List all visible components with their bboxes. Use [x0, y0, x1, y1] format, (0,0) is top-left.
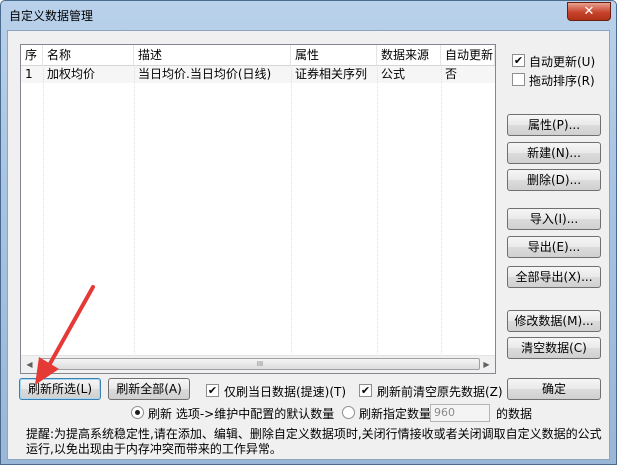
export-button[interactable]: 导出(E)... — [507, 236, 601, 258]
dialog-window: 自定义数据管理 ✕ 序 名称 描述 属性 数据来源 自动更新 1 加权均价 当日… — [0, 0, 617, 465]
checkmark-icon: ✔ — [513, 54, 524, 67]
clear-before-refresh-checkbox[interactable]: ✔ — [359, 384, 372, 397]
refresh-default-label: 刷新 选项->维护中配置的默认数量 — [148, 407, 335, 421]
checkmark-icon: ✔ — [360, 384, 371, 397]
auto-update-label: 自动更新(U) — [529, 55, 596, 69]
radio-selected-dot — [135, 410, 140, 415]
annotation-arrow — [35, 285, 95, 385]
drag-sort-checkbox[interactable] — [512, 73, 525, 86]
drag-sort-label: 拖动排序(R) — [529, 74, 595, 88]
close-icon: ✕ — [583, 4, 595, 19]
export-all-button[interactable]: 全部导出(X)... — [507, 266, 601, 288]
close-button[interactable]: ✕ — [567, 2, 611, 21]
grip-icon: III — [256, 360, 264, 368]
dialog-client: 序 名称 描述 属性 数据来源 自动更新 1 加权均价 当日均价.当日均价(日线… — [7, 30, 610, 460]
ok-button[interactable]: 确定 — [507, 378, 601, 400]
checkmark-icon: ✔ — [207, 384, 218, 397]
scroll-right-icon[interactable]: ▶ — [478, 356, 495, 373]
cell-name: 加权均价 — [47, 67, 96, 81]
title-bar[interactable]: 自定义数据管理 ✕ — [1, 1, 616, 29]
col-header-desc[interactable]: 描述 — [134, 45, 291, 65]
grid-line — [441, 65, 442, 356]
col-header-name[interactable]: 名称 — [43, 45, 134, 65]
cell-auto: 否 — [445, 67, 458, 81]
table-row[interactable]: 1 加权均价 当日均价.当日均价(日线) 证券相关序列 公式 否 — [21, 66, 495, 83]
refresh-specified-label: 刷新指定数量 — [359, 407, 432, 421]
col-header-attr[interactable]: 属性 — [291, 45, 377, 65]
auto-update-checkbox[interactable]: ✔ — [512, 54, 525, 67]
window-title: 自定义数据管理 — [9, 9, 94, 23]
new-button[interactable]: 新建(N)... — [507, 142, 601, 164]
grid-line — [134, 65, 135, 356]
grid-line — [291, 65, 292, 356]
cell-desc: 当日均价.当日均价(日线) — [138, 67, 272, 81]
refresh-specified-radio[interactable] — [342, 406, 355, 419]
cell-attr: 证券相关序列 — [295, 67, 368, 81]
cell-source: 公式 — [381, 67, 406, 81]
col-header-source[interactable]: 数据来源 — [377, 45, 441, 65]
clear-before-refresh-label: 刷新前清空原先数据(Z) — [377, 385, 503, 399]
import-button[interactable]: 导入(I)... — [507, 208, 601, 230]
clear-data-button[interactable]: 清空数据(C) — [507, 337, 601, 359]
modify-data-button[interactable]: 修改数据(M)... — [507, 310, 601, 332]
refresh-all-button[interactable]: 刷新全部(A) — [108, 378, 190, 400]
cell-index: 1 — [25, 67, 33, 81]
only-today-checkbox[interactable]: ✔ — [206, 384, 219, 397]
data-suffix-label: 的数据 — [496, 407, 533, 421]
specified-count-input[interactable]: 960 — [430, 404, 490, 422]
properties-button[interactable]: 属性(P)... — [507, 114, 601, 136]
delete-button[interactable]: 删除(D)... — [507, 169, 601, 191]
refresh-default-radio[interactable] — [131, 406, 144, 419]
grid-line — [377, 65, 378, 356]
col-header-index[interactable]: 序 — [21, 45, 43, 65]
only-today-label: 仅刷当日数据(提速)(T) — [224, 385, 347, 399]
col-header-auto[interactable]: 自动更新 — [441, 45, 495, 65]
hint-text: 提醒:为提高系统稳定性,请在添加、编辑、删除自定义数据项时,关闭行情接收或者关闭… — [26, 427, 602, 456]
list-header: 序 名称 描述 属性 数据来源 自动更新 — [21, 45, 495, 66]
